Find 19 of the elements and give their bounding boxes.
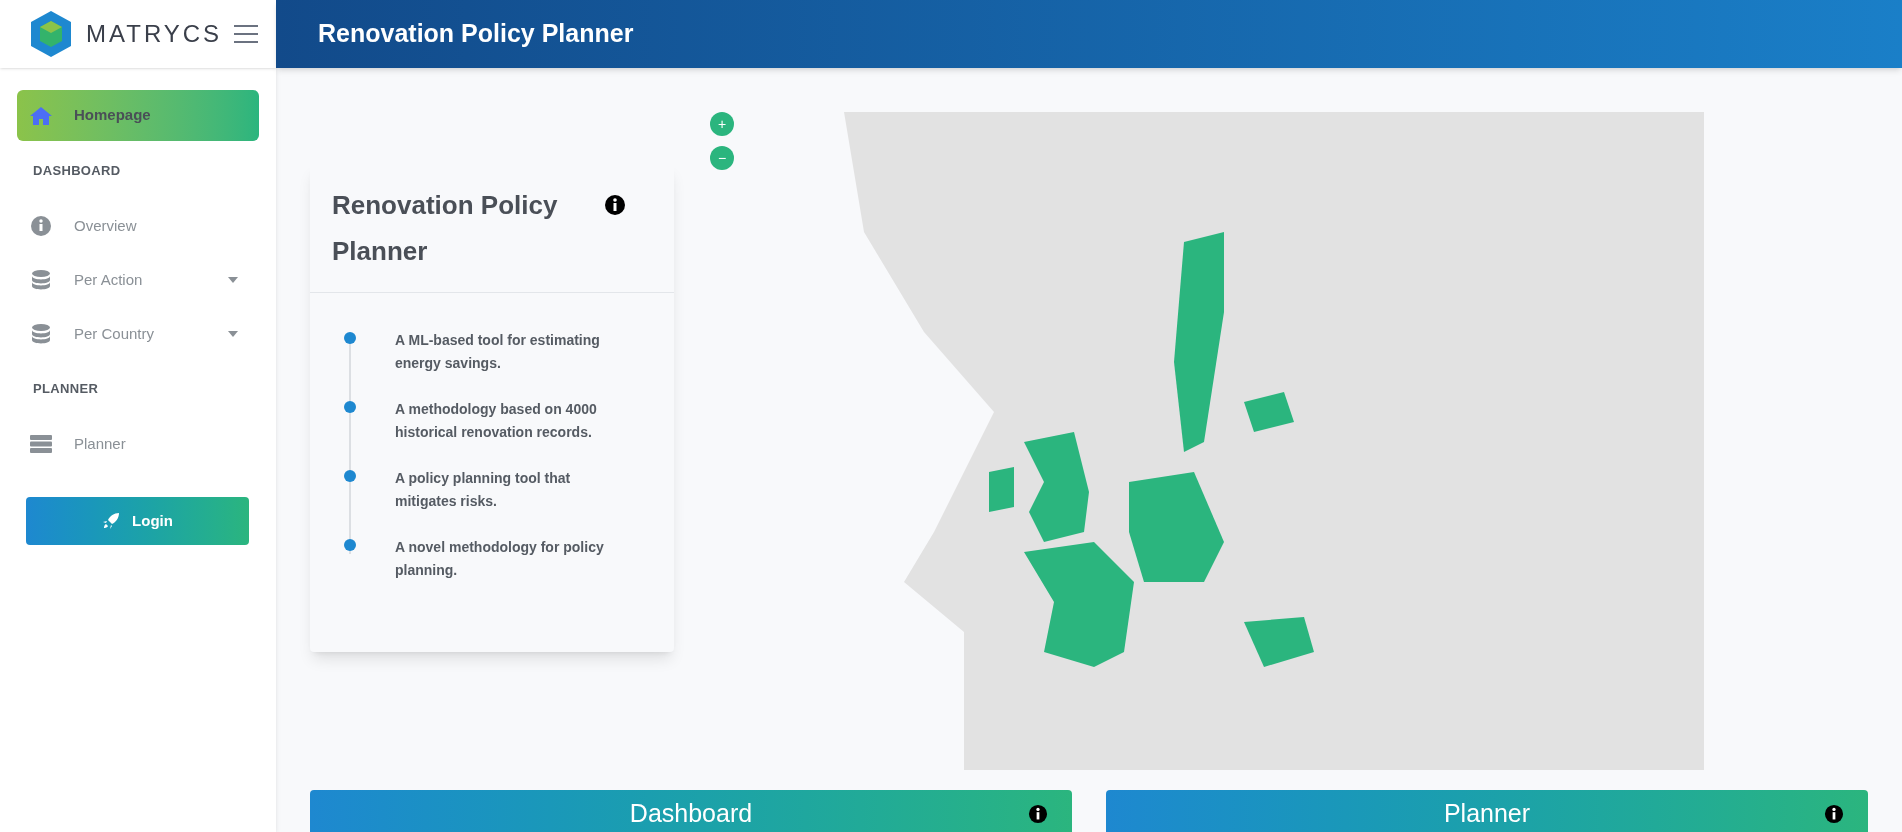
sidebar-item[interactable]: Overview <box>17 199 259 253</box>
brand-name: MATRYCS <box>86 19 223 49</box>
section-heading: DASHBOARD <box>32 162 122 181</box>
card-heading: Planner <box>1443 798 1531 829</box>
sidebar-item[interactable]: Per Action <box>17 253 259 307</box>
card-heading: Dashboard <box>629 798 753 829</box>
sidebar-item[interactable]: Per Country <box>17 307 259 361</box>
timeline-text: A policy planning tool that mitigates risks. <box>395 469 572 511</box>
timeline-text: A methodology based on 4000 historical renovation records. <box>395 400 598 442</box>
timeline-text: A novel methodology for policy planning. <box>395 538 605 580</box>
card-title: Renovation Policy Planner <box>332 189 559 268</box>
sidebar-item[interactable]: Homepage <box>17 90 259 141</box>
section-heading: PLANNER <box>32 380 100 399</box>
zoom-out-button[interactable]: − <box>710 146 734 170</box>
login-button[interactable]: Login <box>26 497 249 545</box>
page-title: Renovation Policy Planner <box>318 18 634 50</box>
timeline-text: A ML-based tool for estimating energy savings. <box>395 331 601 373</box>
zoom-in-button[interactable]: + <box>710 112 734 136</box>
sidebar-item[interactable]: Planner <box>17 417 259 471</box>
